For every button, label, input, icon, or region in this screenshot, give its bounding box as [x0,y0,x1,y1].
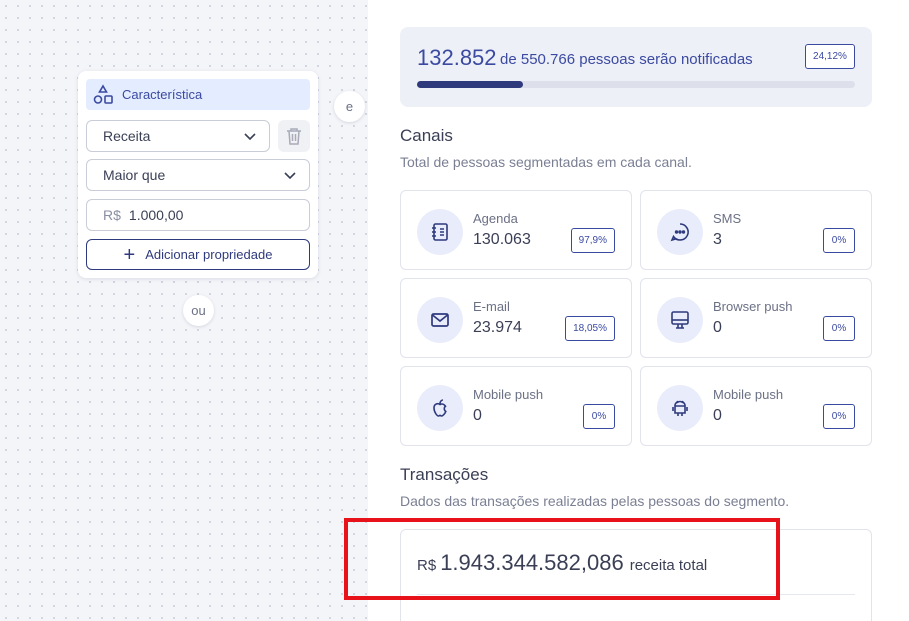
field-select-value: Receita [103,128,151,144]
chevron-down-icon [284,172,296,180]
add-property-label: Adicionar propriedade [145,247,273,262]
channel-card-agenda: Agenda 130.063 97,9% [400,190,632,270]
highlight-box [344,518,780,600]
add-property-button[interactable]: + Adicionar propriedade [86,239,310,270]
channel-label: E-mail [473,299,510,314]
android-icon [657,385,703,431]
delete-button[interactable] [278,120,310,152]
condition-card: Característica Receita Maior que R$ 1.00… [78,71,318,278]
channel-card-mobile-push-android: Mobile push 0 0% [640,366,872,446]
amount-input[interactable]: R$ 1.000,00 [86,199,310,231]
envelope-icon [417,297,463,343]
channel-label: Mobile push [713,387,784,402]
reach-progress-fill [417,81,523,88]
channel-percent-badge: 97,9% [570,228,615,253]
channel-card-browser-push: Browser push 0 0% [640,278,872,358]
trash-icon [287,128,301,145]
reach-text: de 550.766 pessoas serão notificadas [500,51,753,68]
channel-percent-badge: 0% [823,316,855,341]
field-select[interactable]: Receita [86,120,270,152]
reach-count: 132.852 [417,45,497,70]
amount-value: 1.000,00 [128,207,184,223]
channel-value: 130.063 [473,231,531,248]
monitor-icon [657,297,703,343]
segment-canvas: Característica Receita Maior que R$ 1.00… [0,0,368,621]
channel-label: Browser push [713,299,793,314]
channels-title: Canais [400,126,453,145]
plus-icon: + [123,243,136,266]
and-connector[interactable]: e [334,91,365,122]
channel-card-email: E-mail 23.974 18,05% [400,278,632,358]
characteristic-header[interactable]: Característica [86,79,310,110]
channel-label: SMS [713,211,742,226]
channel-percent-badge: 0% [583,404,615,429]
notebook-icon [417,209,463,255]
or-connector[interactable]: ou [183,295,214,326]
operator-select[interactable]: Maior que [86,159,310,191]
operator-select-value: Maior que [103,167,166,183]
reach-progress-bar [417,81,855,88]
channels-subtitle: Total de pessoas segmentadas em cada can… [400,154,692,170]
currency-prefix: R$ [103,207,121,223]
shapes-icon [92,83,114,106]
channel-label: Agenda [473,211,518,226]
channel-label: Mobile push [473,387,544,402]
channel-card-mobile-push-ios: Mobile push 0 0% [400,366,632,446]
apple-icon [417,385,463,431]
channel-card-sms: SMS 3 0% [640,190,872,270]
transactions-title: Transações [400,465,489,484]
channel-value: 0 [473,407,482,424]
characteristic-label: Característica [122,87,203,102]
chevron-down-icon [244,133,256,141]
reach-percent-badge: 24,12% [805,44,855,69]
channel-value: 23.974 [473,319,522,336]
channel-percent-badge: 0% [823,404,855,429]
channel-percent-badge: 0% [823,228,855,253]
channel-value: 3 [713,231,722,248]
transactions-subtitle: Dados das transações realizadas pelas pe… [400,493,790,509]
channel-value: 0 [713,319,722,336]
chat-bubble-icon [657,209,703,255]
channel-value: 0 [713,407,722,424]
channel-percent-badge: 18,05% [565,316,615,341]
reach-summary: 132.852 de 550.766 pessoas serão notific… [400,27,872,107]
